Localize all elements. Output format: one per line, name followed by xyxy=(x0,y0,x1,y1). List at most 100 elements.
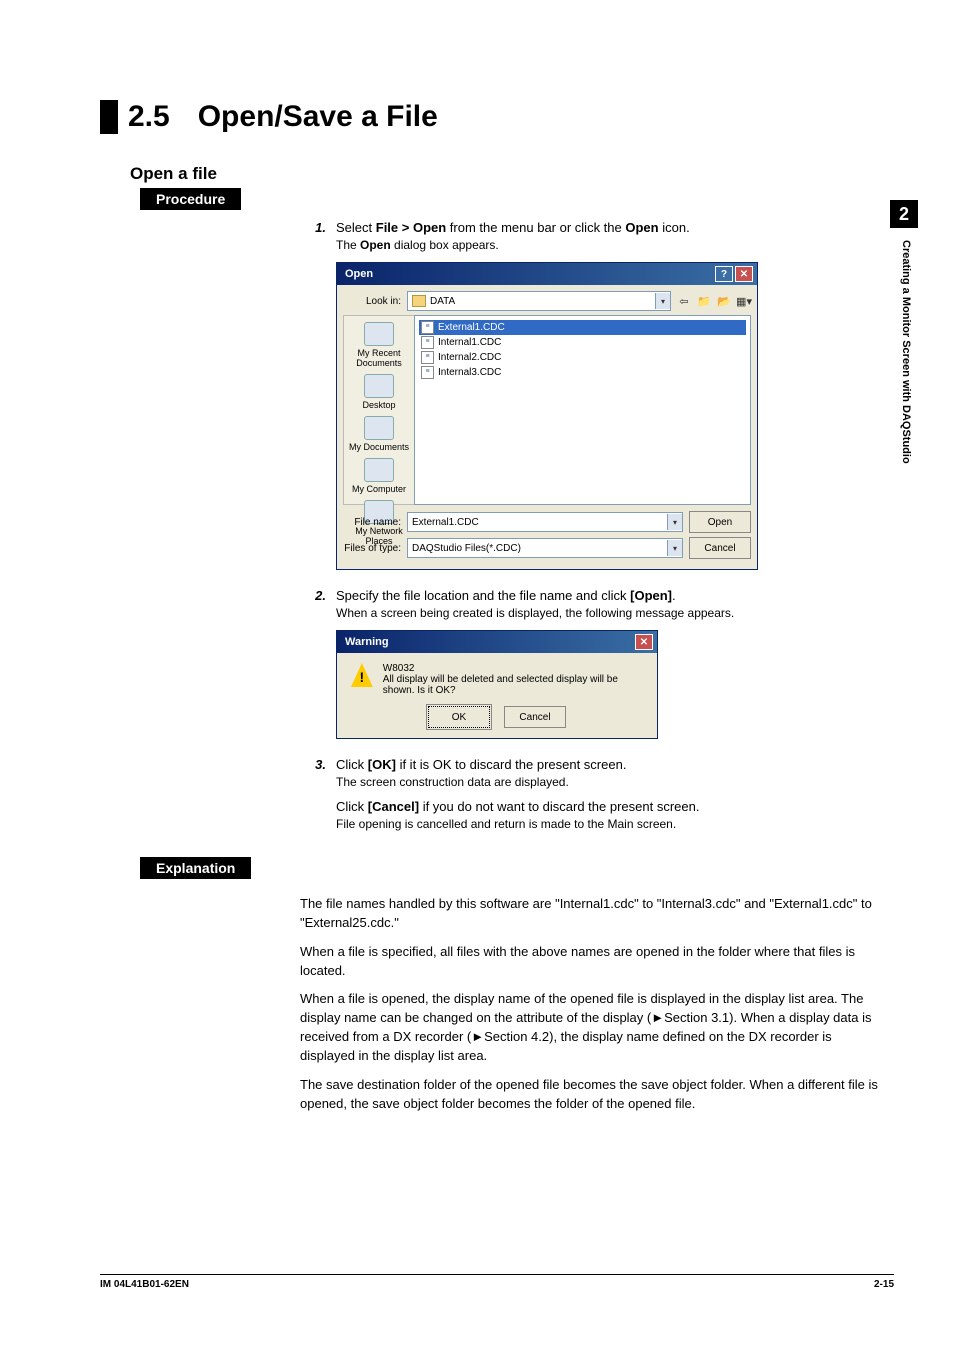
chevron-down-icon[interactable]: ▾ xyxy=(667,514,682,530)
folder-icon xyxy=(412,295,426,307)
step-text: Click xyxy=(336,757,368,772)
list-item[interactable]: ≡ Internal3.CDC xyxy=(419,365,746,380)
filetype-label: Files of type: xyxy=(343,543,401,554)
open-button[interactable]: Open xyxy=(689,511,751,533)
close-icon[interactable]: ✕ xyxy=(635,634,653,650)
icon-name: Open xyxy=(625,220,658,235)
step-text: icon. xyxy=(659,220,690,235)
up-folder-icon[interactable]: 📁 xyxy=(697,294,711,308)
footer-page-number: 2-15 xyxy=(874,1279,894,1290)
step-text: . xyxy=(672,588,676,603)
mycomputer-icon xyxy=(364,458,394,482)
section-number: 2.5 xyxy=(128,100,170,134)
lookin-dropdown[interactable]: DATA ▾ xyxy=(407,291,671,311)
place-recent[interactable]: My Recent Documents xyxy=(344,322,414,368)
step-text: Specify the file location and the file n… xyxy=(336,588,630,603)
chevron-down-icon[interactable]: ▾ xyxy=(655,293,670,309)
help-icon[interactable]: ? xyxy=(715,266,733,282)
place-label: My Computer xyxy=(352,484,406,494)
list-item[interactable]: ≡ Internal1.CDC xyxy=(419,335,746,350)
step-text: if it is OK to discard the present scree… xyxy=(396,757,627,772)
step-detail: dialog box appears. xyxy=(391,238,499,252)
place-label: My Recent Documents xyxy=(356,348,402,368)
section-title: Open/Save a File xyxy=(198,100,438,134)
mydocs-icon xyxy=(364,416,394,440)
file-icon: ≡ xyxy=(421,366,434,379)
button-ref: [OK] xyxy=(368,757,396,772)
file-name: Internal3.CDC xyxy=(438,367,501,378)
warning-code: W8032 xyxy=(383,663,643,674)
step-1: 1. Select File > Open from the menu bar … xyxy=(300,220,884,252)
page-footer: IM 04L41B01-62EN 2-15 xyxy=(100,1274,894,1290)
step-2: 2. Specify the file location and the fil… xyxy=(300,588,884,620)
step-text: Click xyxy=(336,799,368,814)
filetype-value: DAQStudio Files(*.CDC) xyxy=(412,543,667,554)
explanation-text: The file names handled by this software … xyxy=(300,895,884,933)
step-text: from the menu bar or click the xyxy=(446,220,625,235)
file-icon: ≡ xyxy=(421,351,434,364)
footer-doc-id: IM 04L41B01-62EN xyxy=(100,1279,189,1290)
filetype-dropdown[interactable]: DAQStudio Files(*.CDC) ▾ xyxy=(407,538,683,558)
desktop-icon xyxy=(364,374,394,398)
file-icon: ≡ xyxy=(421,336,434,349)
dialog-title: Open xyxy=(345,268,373,280)
step-number: 2. xyxy=(300,588,326,620)
recent-icon xyxy=(364,322,394,346)
lookin-value: DATA xyxy=(430,296,655,307)
step-detail: The xyxy=(336,238,360,252)
dialog-titlebar: Open ? ✕ xyxy=(337,263,757,285)
toolbar-icons: ⇦ 📁 📂 ▦▾ xyxy=(677,294,751,308)
open-dialog: Open ? ✕ Look in: DATA ▾ xyxy=(336,262,758,570)
file-name: Internal2.CDC xyxy=(438,352,501,363)
menu-path: File > Open xyxy=(376,220,446,235)
filename-label: File name: xyxy=(343,517,401,528)
step-detail: The screen construction data are display… xyxy=(336,775,884,789)
explanation-text: The save destination folder of the opene… xyxy=(300,1076,884,1114)
list-item[interactable]: ≡ Internal2.CDC xyxy=(419,350,746,365)
dialog-title: Warning xyxy=(345,636,389,648)
place-mydocs[interactable]: My Documents xyxy=(349,416,409,452)
dialog-titlebar: Warning ✕ xyxy=(337,631,657,653)
step-detail: File opening is cancelled and return is … xyxy=(336,817,884,831)
subhead-open-file: Open a file xyxy=(130,164,894,184)
lookin-label: Look in: xyxy=(343,296,401,307)
button-ref: [Cancel] xyxy=(368,799,419,814)
section-heading: 2.5 Open/Save a File xyxy=(100,100,894,134)
place-label: Desktop xyxy=(362,400,395,410)
warning-message: All display will be deleted and selected… xyxy=(383,674,643,696)
filename-value: External1.CDC xyxy=(412,517,667,528)
views-icon[interactable]: ▦▾ xyxy=(737,294,751,308)
warning-icon xyxy=(351,663,373,687)
explanation-text: When a file is specified, all files with… xyxy=(300,943,884,981)
step-3: 3. Click [OK] if it is OK to discard the… xyxy=(300,757,884,831)
close-icon[interactable]: ✕ xyxy=(735,266,753,282)
place-label: My Documents xyxy=(349,442,409,452)
ok-button[interactable]: OK xyxy=(428,706,490,728)
place-mycomputer[interactable]: My Computer xyxy=(352,458,406,494)
place-desktop[interactable]: Desktop xyxy=(362,374,395,410)
filename-input[interactable]: External1.CDC ▾ xyxy=(407,512,683,532)
warning-dialog: Warning ✕ W8032 All display will be dele… xyxy=(336,630,658,739)
back-icon[interactable]: ⇦ xyxy=(677,294,691,308)
list-item[interactable]: ≡ External1.CDC xyxy=(419,320,746,335)
file-list[interactable]: ≡ External1.CDC ≡ Internal1.CDC ≡ Internal2… xyxy=(414,315,751,505)
places-bar: My Recent Documents Desktop My Documents… xyxy=(343,315,414,505)
cancel-button[interactable]: Cancel xyxy=(689,537,751,559)
step-detail: When a screen being created is displayed… xyxy=(336,606,884,620)
file-name: Internal1.CDC xyxy=(438,337,501,348)
explanation-label: Explanation xyxy=(140,857,251,879)
button-ref: [Open] xyxy=(630,588,672,603)
file-icon: ≡ xyxy=(421,321,434,334)
file-name: External1.CDC xyxy=(438,322,505,333)
step-detail: Open xyxy=(360,238,391,252)
step-number: 3. xyxy=(300,757,326,831)
chevron-down-icon[interactable]: ▾ xyxy=(667,540,682,556)
procedure-label: Procedure xyxy=(140,188,241,210)
cancel-button[interactable]: Cancel xyxy=(504,706,566,728)
explanation-text: When a file is opened, the display name … xyxy=(300,990,884,1065)
heading-bar xyxy=(100,100,118,134)
step-text: if you do not want to discard the presen… xyxy=(419,799,699,814)
step-number: 1. xyxy=(300,220,326,252)
new-folder-icon[interactable]: 📂 xyxy=(717,294,731,308)
step-text: Select xyxy=(336,220,376,235)
